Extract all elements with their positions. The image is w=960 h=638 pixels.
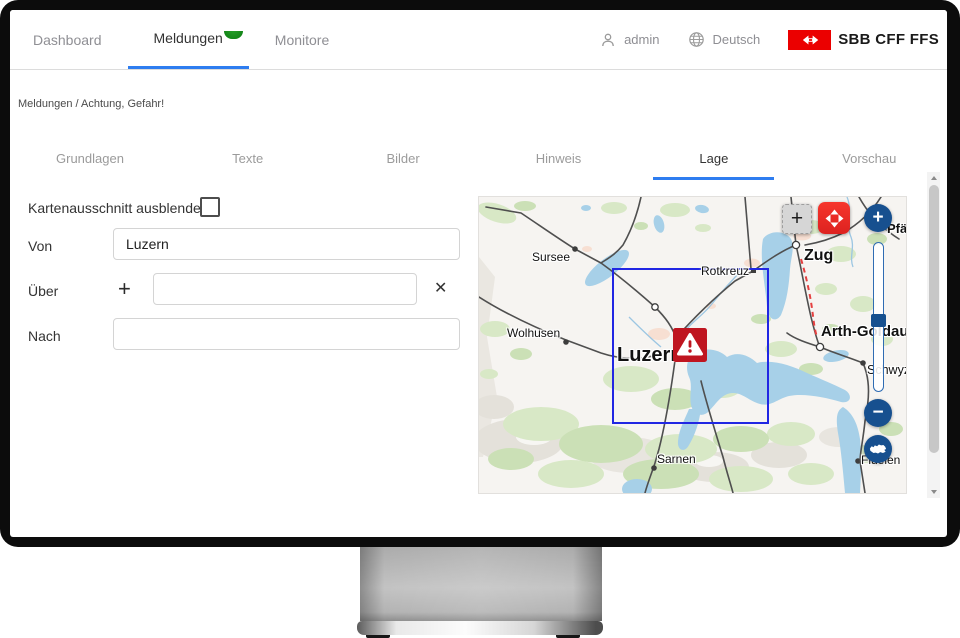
tab-label: Vorschau — [796, 151, 942, 177]
nav-item-dashboard[interactable]: Dashboard — [10, 10, 128, 69]
tab-texte[interactable]: Texte — [170, 132, 325, 178]
tab-label: Lage — [653, 151, 774, 180]
tab-label: Texte — [186, 151, 309, 177]
user-icon — [600, 32, 616, 48]
nav-item-label: Dashboard — [33, 32, 102, 48]
tab-bilder[interactable]: Bilder — [325, 132, 480, 178]
language-label: Deutsch — [713, 32, 761, 47]
zoom-slider-handle[interactable] — [871, 314, 886, 327]
monitor-stand — [360, 547, 602, 621]
tab-vorschau[interactable]: Vorschau — [792, 132, 947, 178]
tab-bar: Grundlagen Texte Bilder Hinweis Lage Vor… — [10, 132, 947, 178]
switzerland-icon — [869, 443, 887, 455]
map-place-arth-goldau: Arth-Goldau — [821, 323, 907, 340]
map-place-sarnen: Sarnen — [657, 452, 696, 466]
tab-hinweis[interactable]: Hinweis — [481, 132, 636, 178]
user-name: admin — [624, 32, 659, 47]
scrollbar-down-arrow[interactable] — [927, 486, 940, 498]
add-via-icon[interactable]: + — [118, 278, 131, 300]
notification-badge — [224, 31, 243, 39]
zoom-in-button[interactable]: + — [864, 204, 892, 232]
tab-label: Bilder — [340, 151, 465, 177]
map-canvas[interactable]: Sursee Wolhusen Rotkreuz Zug Luzern Arth… — [478, 196, 907, 494]
tab-grundlagen[interactable]: Grundlagen — [10, 132, 170, 178]
zoom-out-button[interactable]: − — [864, 399, 892, 427]
ueber-label: Über — [28, 283, 58, 299]
hide-map-label: Kartenausschnitt ausblenden — [28, 200, 209, 216]
scrollbar-thumb[interactable] — [929, 185, 939, 453]
nach-label: Nach — [28, 328, 61, 344]
hide-map-checkbox[interactable] — [200, 197, 220, 217]
map-place-zug: Zug — [804, 247, 833, 265]
language-menu[interactable]: Deutsch — [688, 31, 761, 48]
nach-input[interactable] — [113, 318, 460, 350]
map-place-wolhusen: Wolhusen — [507, 326, 560, 340]
von-input[interactable] — [113, 228, 460, 260]
tab-lage[interactable]: Lage — [636, 132, 791, 178]
tab-label: Hinweis — [490, 151, 628, 177]
nav-item-meldungen[interactable]: Meldungen — [128, 10, 249, 69]
app-header: Dashboard Meldungen Monitore admin — [10, 10, 947, 70]
sbb-logo-icon — [788, 30, 831, 50]
nav-item-label: Monitore — [275, 32, 329, 48]
extra-zoom-button[interactable]: + — [782, 204, 812, 234]
header-right: admin Deutsch — [600, 10, 947, 69]
sbb-logo: SBB CFF FFS — [788, 30, 939, 50]
von-label: Von — [28, 238, 52, 254]
scrollbar[interactable] — [927, 172, 940, 498]
warning-marker-icon[interactable] — [673, 328, 707, 362]
clear-via-icon[interactable]: ✕ — [434, 281, 447, 297]
nav-item-monitore[interactable]: Monitore — [249, 10, 355, 69]
move-icon — [825, 209, 844, 228]
nav-item-label: Meldungen — [154, 30, 223, 46]
ueber-input[interactable] — [153, 273, 417, 305]
pan-mode-button[interactable] — [818, 202, 850, 234]
page: Dashboard Meldungen Monitore admin — [0, 0, 960, 638]
brand-text: SBB CFF FFS — [838, 31, 939, 48]
screen: Dashboard Meldungen Monitore admin — [10, 10, 947, 537]
scrollbar-up-arrow[interactable] — [927, 172, 940, 184]
map-place-rotkreuz: Rotkreuz — [701, 264, 749, 278]
breadcrumb: Meldungen / Achtung, Gefahr! — [18, 98, 164, 110]
user-menu[interactable]: admin — [600, 32, 659, 48]
reset-view-switzerland-button[interactable] — [864, 435, 892, 463]
tab-label: Grundlagen — [10, 151, 170, 177]
monitor-stand-base — [357, 621, 603, 635]
map-place-sursee: Sursee — [532, 250, 570, 264]
globe-icon — [688, 31, 705, 48]
